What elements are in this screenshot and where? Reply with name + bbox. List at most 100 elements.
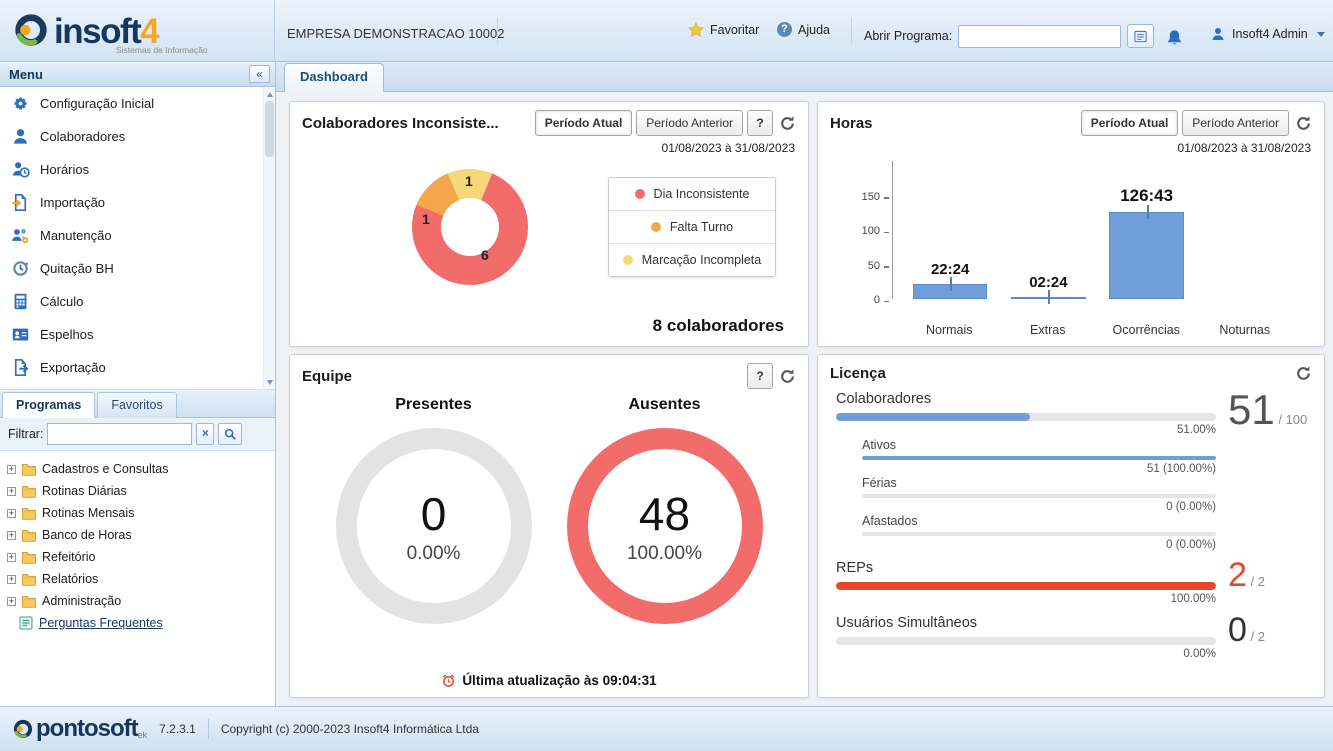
slice-value-dia-inconsistente: 6 [481, 247, 489, 263]
tab-programas[interactable]: Programas [2, 392, 95, 418]
sidebar-item-manutencao[interactable]: Manutenção [0, 219, 275, 252]
person-clock-icon [11, 160, 30, 179]
tab-favoritos[interactable]: Favoritos [97, 392, 176, 418]
refresh-icon [1295, 115, 1312, 132]
logo-text: insoft4 [54, 14, 158, 49]
top-header: insoft4 Sistemas de Informação EMPRESA D… [0, 0, 1333, 62]
bar-normais [913, 284, 988, 299]
legend-item: Marcação Incompleta [609, 244, 775, 276]
refresh-icon [779, 368, 796, 385]
expand-icon[interactable]: + [7, 509, 16, 518]
license-row-afastados: Afastados 0 (0.00%) [836, 514, 1308, 552]
presentes-title: Presentes [395, 396, 472, 414]
tree-item-rotinas-diarias[interactable]: + Rotinas Diárias [4, 480, 271, 502]
export-icon [11, 358, 30, 377]
expand-icon[interactable]: + [7, 597, 16, 606]
user-menu[interactable]: Insoft4 Admin [1210, 26, 1325, 42]
tree-item-rotinas-mensais[interactable]: + Rotinas Mensais [4, 502, 271, 524]
pontosoft-logo-icon [12, 718, 34, 740]
expand-icon[interactable]: + [7, 487, 16, 496]
expand-icon[interactable]: + [7, 553, 16, 562]
widget-title: Colaboradores Inconsiste... [302, 115, 531, 132]
search-button[interactable] [218, 423, 242, 445]
gear-icon [11, 94, 30, 113]
tree-item-refeitorio[interactable]: + Refeitório [4, 546, 271, 568]
legend-item: Falta Turno [609, 211, 775, 244]
expand-icon[interactable]: + [7, 531, 16, 540]
sidebar: Menu « Configuração Inicial Colaboradore… [0, 62, 276, 706]
periodo-anterior-button[interactable]: Período Anterior [636, 110, 743, 136]
clear-filter-button[interactable]: × [196, 423, 214, 445]
periodo-atual-button[interactable]: Período Atual [1081, 110, 1179, 136]
expand-icon[interactable]: + [7, 465, 16, 474]
folder-icon [21, 571, 37, 587]
footer: pontosoft ek 7.2.3.1 Copyright (c) 2000-… [0, 706, 1333, 751]
menu-title: Menu [9, 67, 249, 82]
scroll-down-icon[interactable] [264, 376, 275, 388]
refresh-button[interactable] [777, 366, 798, 387]
refresh-icon [1295, 365, 1312, 382]
horas-y-axis: 050100150 [834, 161, 892, 299]
menu-scrollbar[interactable] [263, 87, 275, 389]
progress-track [836, 413, 1216, 421]
help-button[interactable]: ? [747, 363, 773, 389]
progress-track [836, 637, 1216, 645]
widget-colaboradores-inconsistentes: Colaboradores Inconsiste... Período Atua… [289, 101, 809, 347]
expand-icon[interactable]: + [7, 575, 16, 584]
slice-value-falta-turno: 1 [422, 211, 430, 227]
logo-tagline: Sistemas de Informação [116, 45, 208, 55]
help-button-header[interactable]: ? Ajuda [777, 22, 830, 37]
horas-chart: 22:24 02:24 126:43 05010 [818, 155, 1324, 337]
sidebar-item-calculo[interactable]: Cálculo [0, 285, 275, 318]
license-row-colaboradores: Colaboradores 51.00% 51 / 100 [836, 391, 1308, 438]
sidebar-item-horarios[interactable]: Horários [0, 153, 275, 186]
sidebar-tabs: Programas Favoritos [0, 390, 275, 418]
inconsistentes-donut-wrap: 1 1 6 [395, 161, 545, 293]
sidebar-item-espelhos[interactable]: Espelhos [0, 318, 275, 351]
sidebar-item-exportacao[interactable]: Exportação [0, 351, 275, 384]
license-row-ferias: Férias 0 (0.00%) [836, 476, 1308, 514]
progress-fill [836, 413, 1030, 421]
sidebar-item-configuracao-inicial[interactable]: Configuração Inicial [0, 87, 275, 120]
favorite-button[interactable]: Favoritar [688, 22, 759, 38]
widget-equipe: Equipe ? Presentes 0 0.00% Ausentes [289, 354, 809, 698]
help-button[interactable]: ? [747, 110, 773, 136]
filter-input[interactable] [47, 423, 192, 445]
legend-dot [623, 255, 633, 265]
folder-icon [21, 593, 37, 609]
insoft-logo-icon [12, 12, 50, 50]
sidebar-item-importacao[interactable]: Importação [0, 186, 275, 219]
collapse-sidebar-button[interactable]: « [249, 65, 270, 83]
tree-item-perguntas-frequentes[interactable]: Perguntas Frequentes [4, 612, 271, 634]
tree-item-cadastros-e-consultas[interactable]: + Cadastros e Consultas [4, 458, 271, 480]
tree-item-administracao[interactable]: + Administração [4, 590, 271, 612]
scrollbar-thumb[interactable] [265, 101, 274, 157]
menu-header: Menu « [0, 62, 275, 87]
progress-track [862, 456, 1216, 460]
refresh-button[interactable] [777, 113, 798, 134]
tab-dashboard[interactable]: Dashboard [284, 63, 384, 92]
periodo-atual-button[interactable]: Período Atual [535, 110, 633, 136]
bar-ocorrencias [1109, 212, 1184, 299]
license-row-reps: REPs 100.00% 2 / 2 [836, 560, 1308, 607]
refresh-button[interactable] [1293, 363, 1314, 384]
ausentes-group: Ausentes 48 100.00% [567, 396, 763, 624]
id-card-icon [11, 325, 30, 344]
widget-title: Equipe [302, 368, 743, 385]
program-list-button[interactable] [1127, 24, 1154, 48]
sidebar-item-quitacao-bh[interactable]: Quitação BH [0, 252, 275, 285]
refresh-button[interactable] [1293, 113, 1314, 134]
widget-title: Licença [830, 365, 1289, 382]
open-program-input[interactable] [958, 25, 1121, 48]
legend-dot [651, 222, 661, 232]
last-update: Última atualização às 09:04:31 [290, 673, 808, 688]
tree-item-banco-de-horas[interactable]: + Banco de Horas [4, 524, 271, 546]
faq-list-icon [18, 615, 34, 631]
license-big-value: 51 / 100 [1216, 391, 1308, 438]
scroll-up-icon[interactable] [264, 88, 275, 100]
sidebar-item-colaboradores[interactable]: Colaboradores [0, 120, 275, 153]
header-separator [497, 18, 498, 44]
notifications-bell-button[interactable] [1163, 26, 1186, 49]
tree-item-relatorios[interactable]: + Relatórios [4, 568, 271, 590]
periodo-anterior-button[interactable]: Período Anterior [1182, 110, 1289, 136]
